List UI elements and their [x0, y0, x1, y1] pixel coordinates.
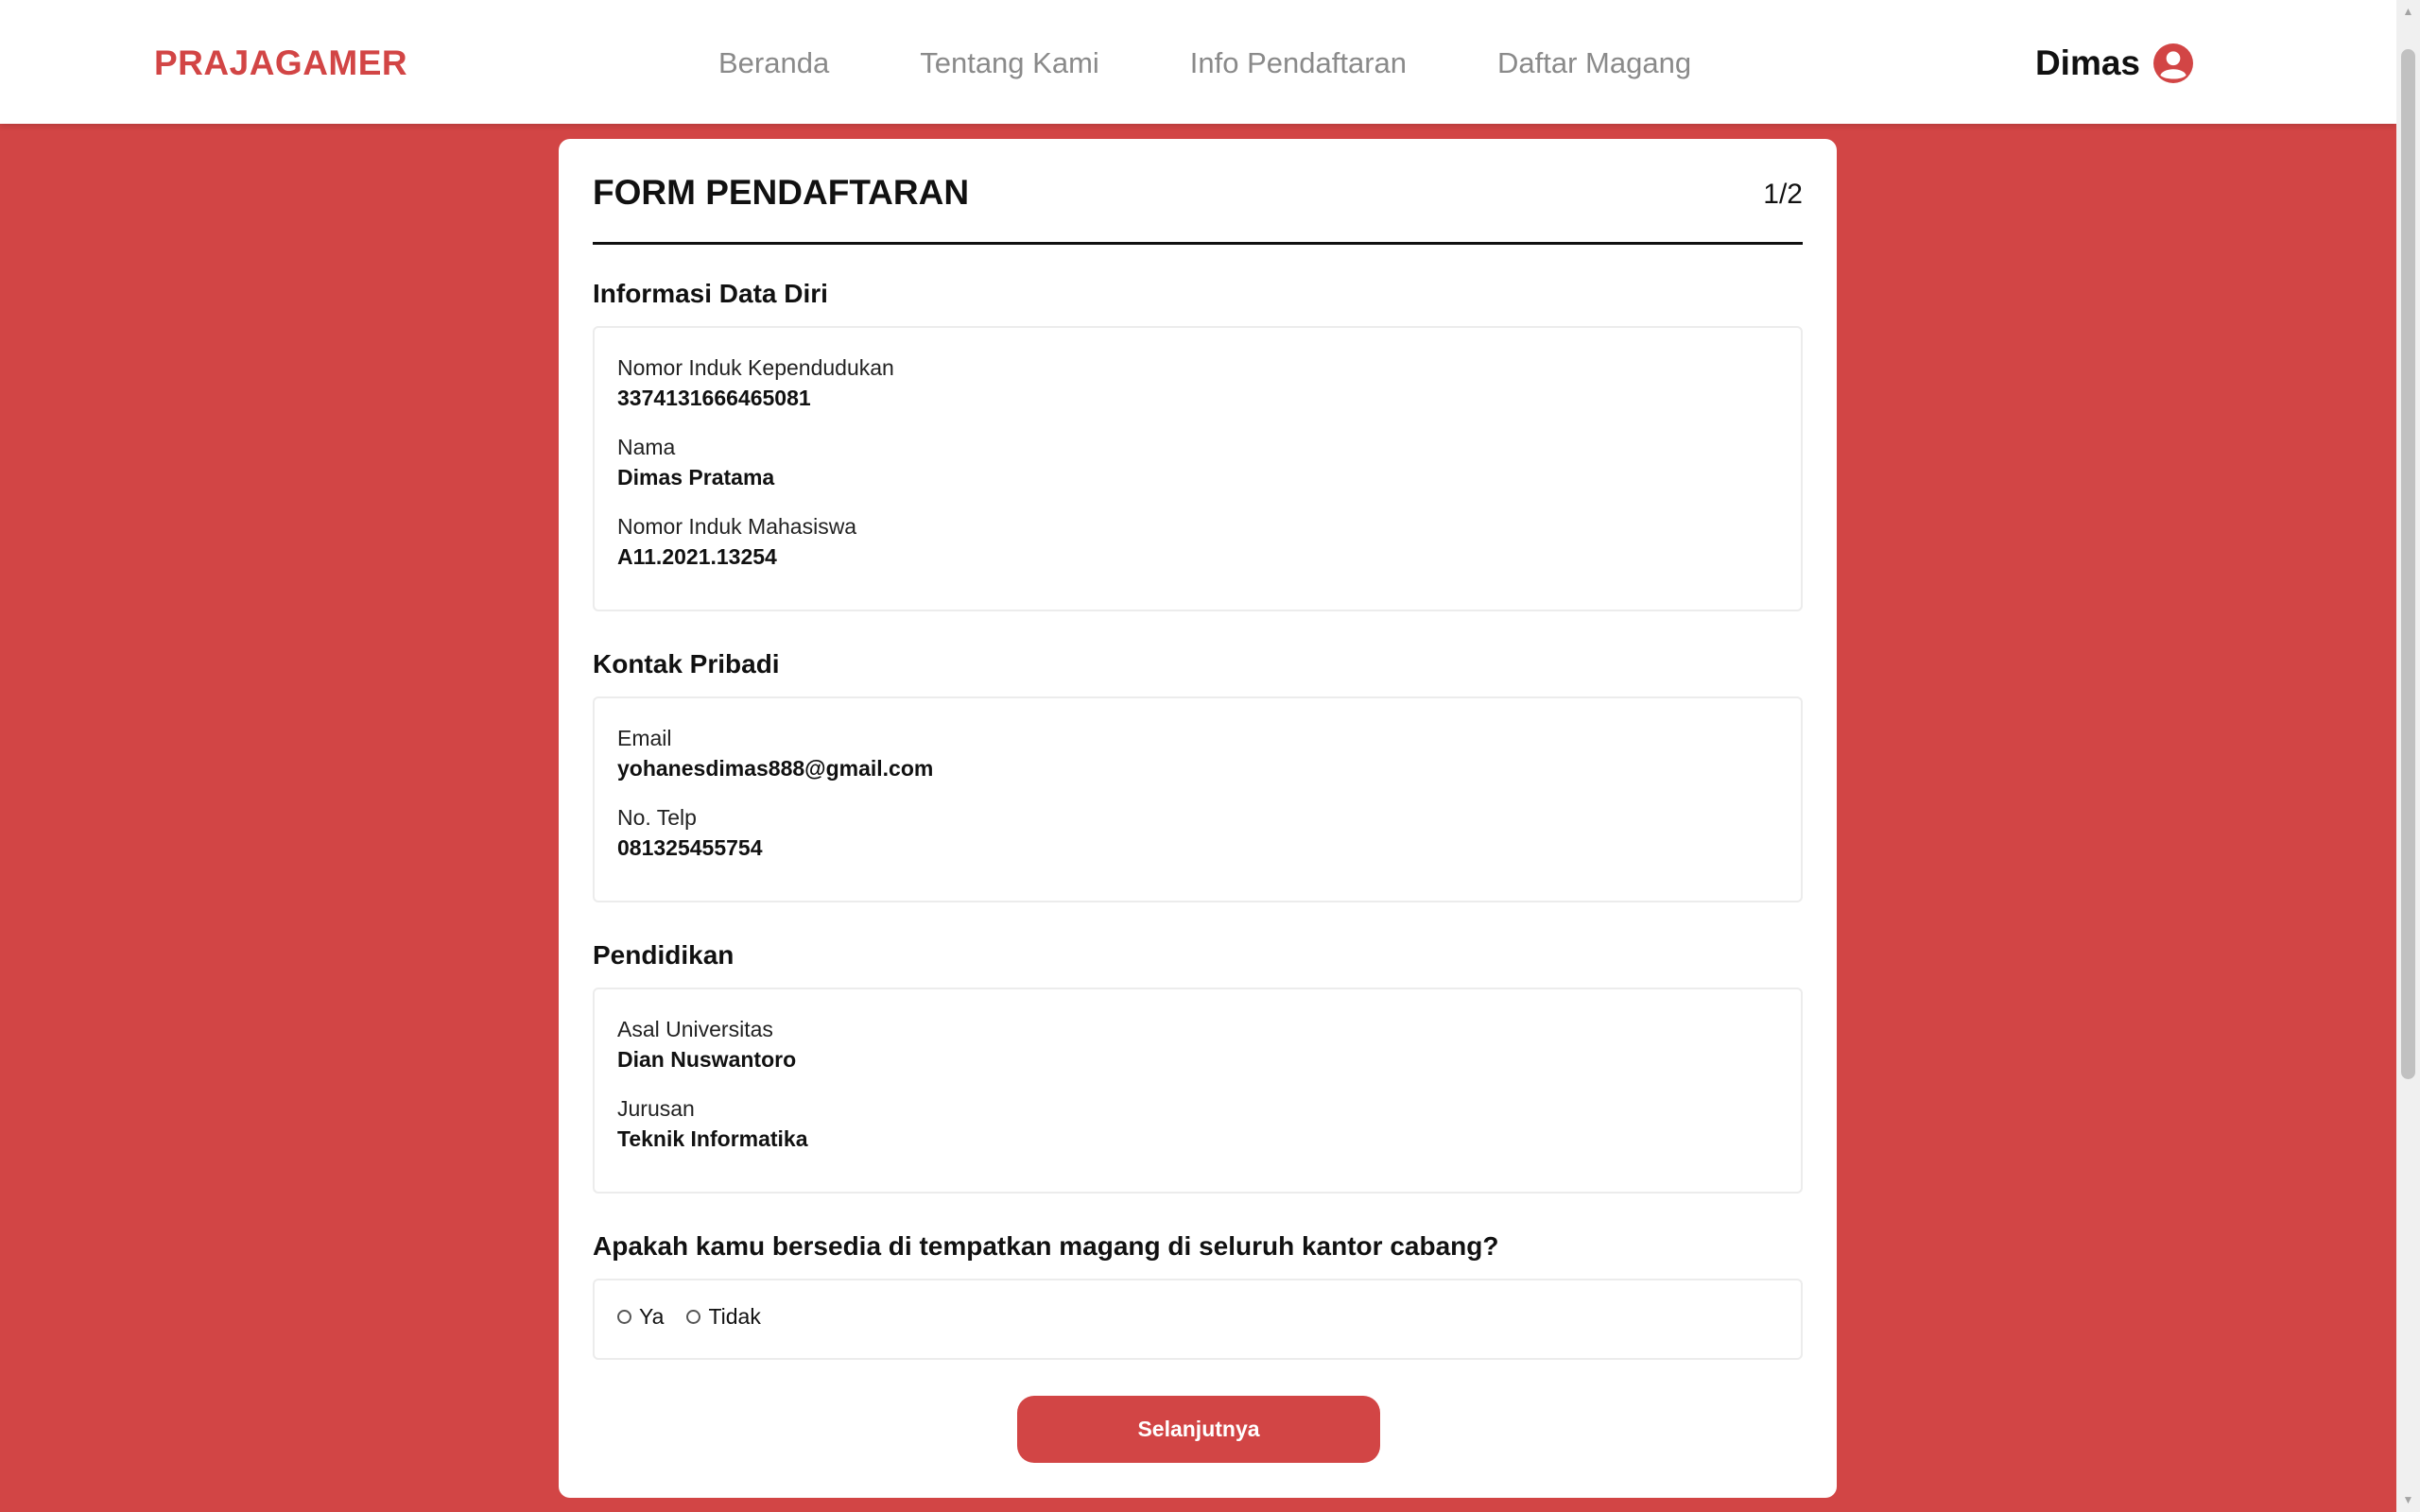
nav-links: Beranda Tentang Kami Info Pendaftaran Da…	[718, 38, 1691, 89]
scroll-down-arrow-icon[interactable]: ▼	[2396, 1488, 2420, 1512]
section-contact: Kontak Pribadi Email yohanesdimas888@gma…	[593, 649, 1803, 902]
next-button[interactable]: Selanjutnya	[1017, 1396, 1380, 1463]
nav-link-daftar-magang[interactable]: Daftar Magang	[1497, 46, 1691, 80]
field-value: 3374131666465081	[617, 386, 811, 410]
section-education: Pendidikan Asal Universitas Dian Nuswant…	[593, 940, 1803, 1194]
radio-circle-icon[interactable]	[686, 1310, 701, 1324]
radio-circle-icon[interactable]	[617, 1310, 631, 1324]
radio-label: Ya	[639, 1304, 665, 1329]
contact-box: Email yohanesdimas888@gmail.com No. Telp…	[593, 696, 1803, 902]
field-value: A11.2021.13254	[617, 544, 777, 569]
field-label: Email	[617, 726, 672, 750]
field-label: Asal Universitas	[617, 1017, 773, 1041]
section-title-education: Pendidikan	[593, 940, 735, 970]
field-phone: No. Telp 081325455754	[617, 803, 1778, 864]
field-label: Nomor Induk Kependudukan	[617, 355, 894, 380]
scroll-up-arrow-icon[interactable]: ▲	[2396, 0, 2420, 24]
field-value: yohanesdimas888@gmail.com	[617, 756, 934, 781]
field-label: Nama	[617, 435, 676, 459]
section-title-contact: Kontak Pribadi	[593, 649, 780, 679]
field-value: 081325455754	[617, 835, 763, 860]
field-value: Dian Nuswantoro	[617, 1047, 797, 1072]
field-value: Dimas Pratama	[617, 465, 775, 490]
personal-info-box: Nomor Induk Kependudukan 337413166646508…	[593, 326, 1803, 611]
radio-group: Ya Tidak	[617, 1304, 1778, 1330]
navbar: PRAJAGAMER Beranda Tentang Kami Info Pen…	[0, 0, 2396, 124]
field-nama: Nama Dimas Pratama	[617, 433, 1778, 493]
registration-form-card: FORM PENDAFTARAN 1/2 Informasi Data Diri…	[559, 139, 1837, 1498]
scrollbar-thumb[interactable]	[2401, 49, 2415, 1079]
field-label: Nomor Induk Mahasiswa	[617, 514, 857, 539]
field-value: Teknik Informatika	[617, 1126, 808, 1151]
user-circle-icon	[2153, 43, 2193, 83]
radio-label: Tidak	[708, 1304, 761, 1329]
field-label: No. Telp	[617, 805, 697, 830]
vertical-scrollbar[interactable]: ▲ ▼	[2396, 0, 2420, 1512]
section-personal-info: Informasi Data Diri Nomor Induk Kependud…	[593, 279, 1803, 611]
brand-logo[interactable]: PRAJAGAMER	[154, 38, 407, 89]
nav-link-beranda[interactable]: Beranda	[718, 46, 829, 80]
field-nik: Nomor Induk Kependudukan 337413166646508…	[617, 353, 1778, 414]
section-branch-question: Apakah kamu bersedia di tempatkan magang…	[593, 1231, 1803, 1360]
user-name: Dimas	[2034, 43, 2140, 82]
nav-link-tentang-kami[interactable]: Tentang Kami	[920, 46, 1099, 80]
question-options-box: Ya Tidak	[593, 1279, 1803, 1360]
nav-link-info-pendaftaran[interactable]: Info Pendaftaran	[1190, 46, 1407, 80]
field-university: Asal Universitas Dian Nuswantoro	[617, 1015, 1778, 1075]
field-major: Jurusan Teknik Informatika	[617, 1094, 1778, 1155]
radio-option-tidak[interactable]: Tidak	[686, 1304, 761, 1330]
section-title-personal: Informasi Data Diri	[593, 279, 828, 308]
form-header: FORM PENDAFTARAN 1/2	[593, 139, 1803, 245]
form-step-indicator: 1/2	[1763, 179, 1803, 210]
radio-option-ya[interactable]: Ya	[617, 1304, 664, 1330]
user-menu[interactable]: Dimas	[2035, 40, 2193, 87]
field-label: Jurusan	[617, 1096, 695, 1121]
form-title: FORM PENDAFTARAN	[593, 173, 970, 212]
field-email: Email yohanesdimas888@gmail.com	[617, 724, 1778, 784]
education-box: Asal Universitas Dian Nuswantoro Jurusan…	[593, 988, 1803, 1194]
question-text: Apakah kamu bersedia di tempatkan magang…	[593, 1231, 1499, 1261]
field-nim: Nomor Induk Mahasiswa A11.2021.13254	[617, 512, 1778, 573]
